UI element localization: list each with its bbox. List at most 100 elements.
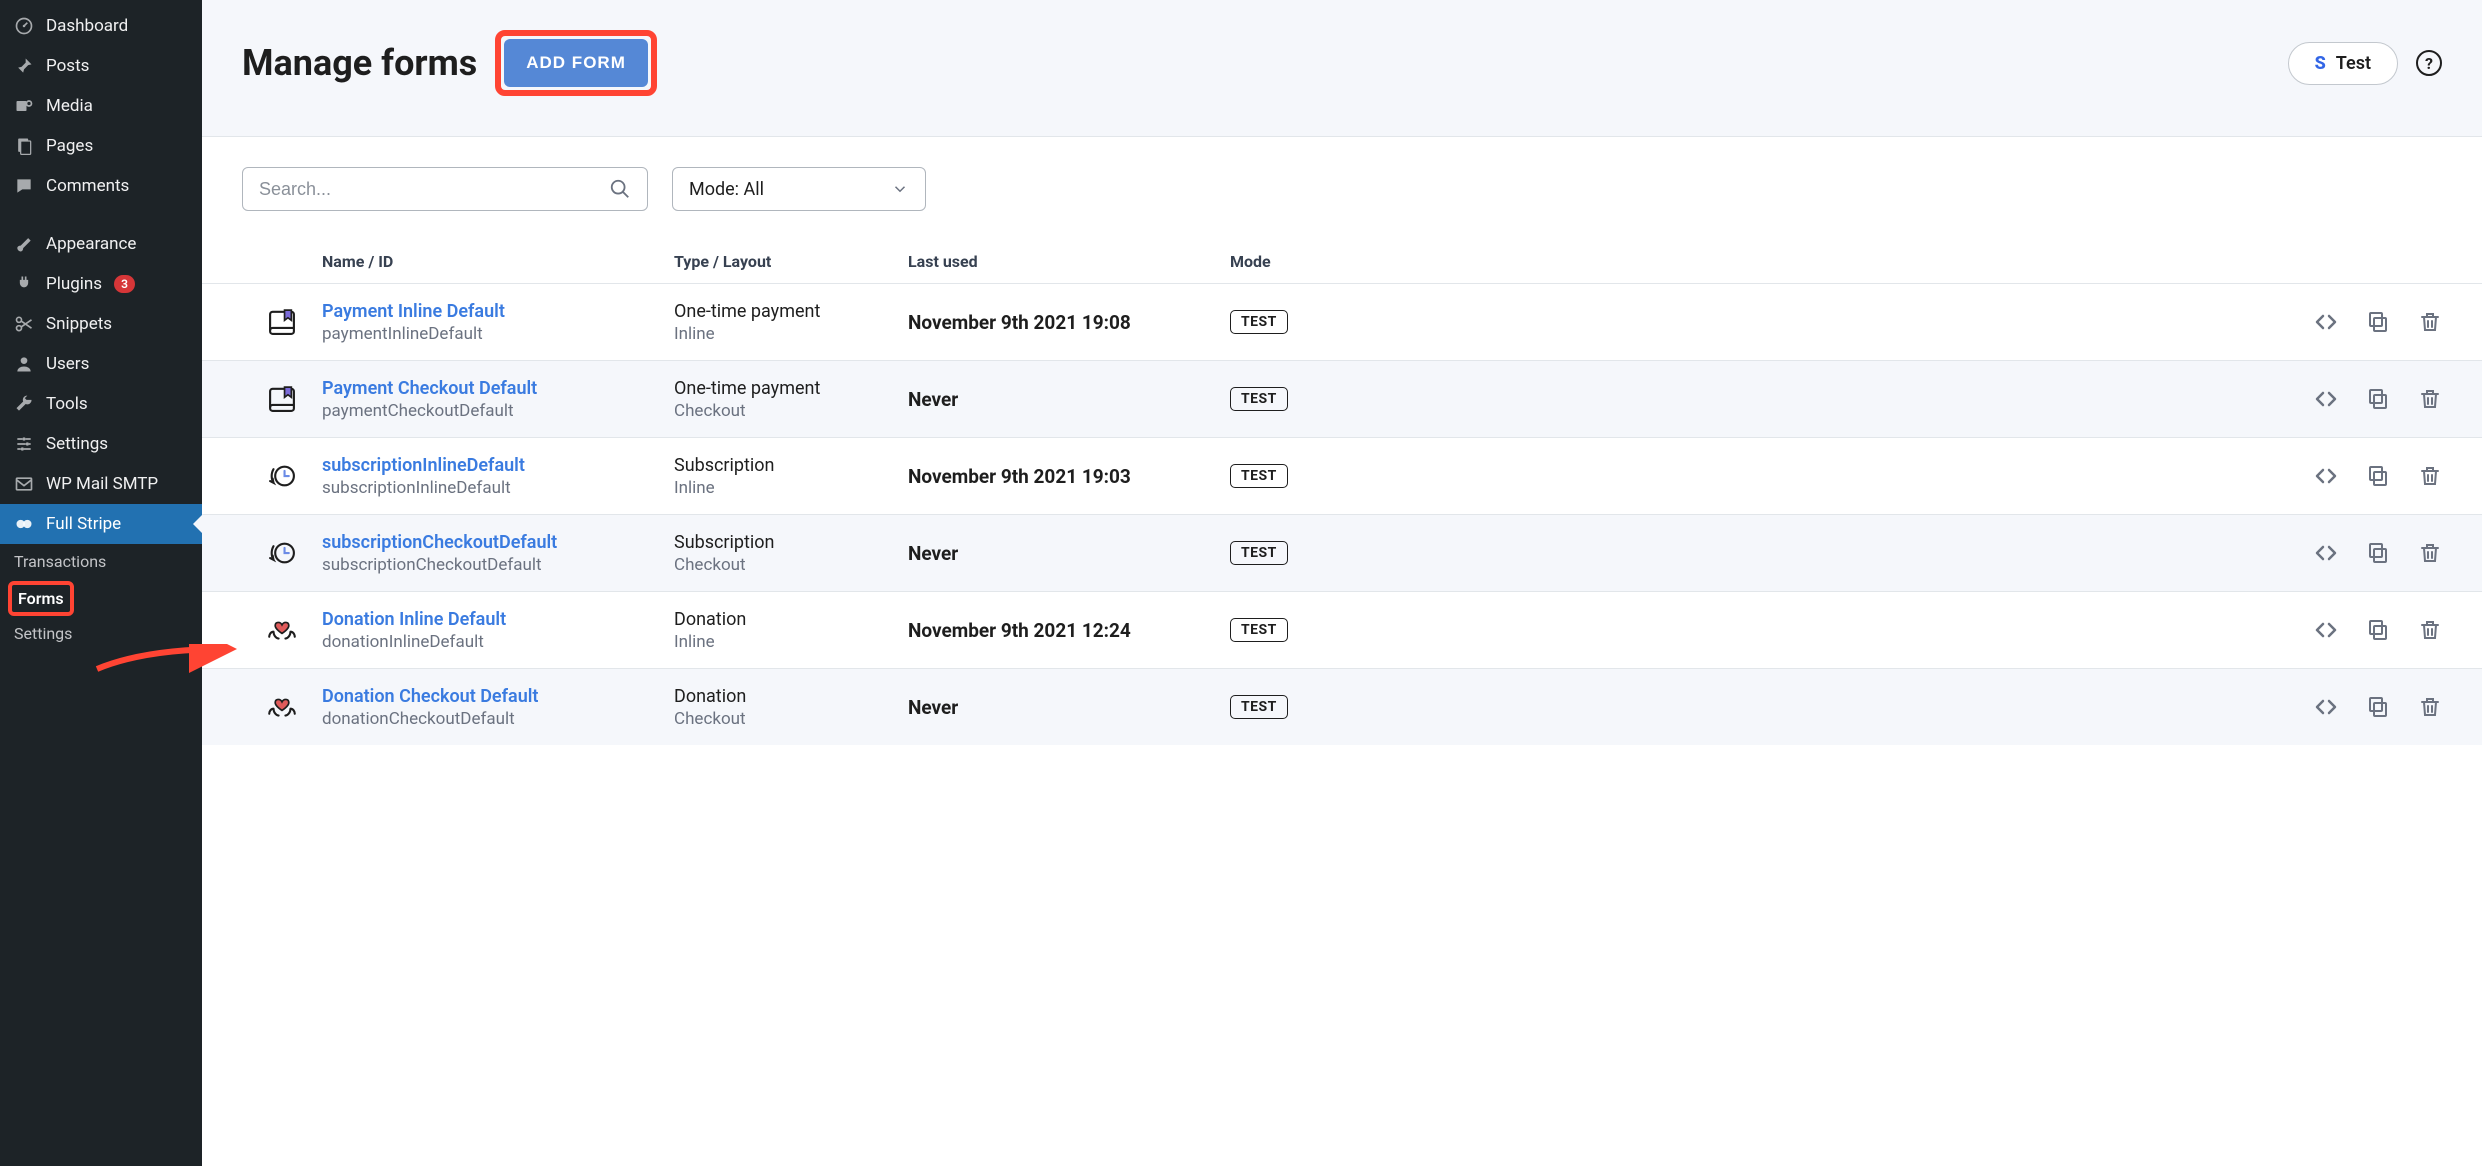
delete-button[interactable] bbox=[2418, 695, 2442, 719]
admin-sidebar: Dashboard Posts Media Pages Comments bbox=[0, 0, 202, 1166]
form-last-used: November 9th 2021 19:08 bbox=[908, 311, 1230, 334]
embed-code-button[interactable] bbox=[2314, 541, 2338, 565]
duplicate-button[interactable] bbox=[2366, 387, 2390, 411]
duplicate-button[interactable] bbox=[2366, 618, 2390, 642]
form-name-link[interactable]: Donation Inline Default bbox=[322, 609, 674, 630]
delete-button[interactable] bbox=[2418, 618, 2442, 642]
th-last: Last used bbox=[908, 252, 1230, 271]
table-row: subscriptionCheckoutDefault subscription… bbox=[202, 514, 2482, 591]
form-id: donationInlineDefault bbox=[322, 632, 674, 652]
form-name-link[interactable]: subscriptionCheckoutDefault bbox=[322, 532, 674, 553]
mode-filter-select[interactable]: Mode: All bbox=[672, 167, 926, 211]
form-layout: Checkout bbox=[674, 401, 908, 421]
sidebar-item-label: Dashboard bbox=[46, 16, 128, 36]
gauge-icon bbox=[14, 16, 34, 36]
user-icon bbox=[14, 354, 34, 374]
delete-button[interactable] bbox=[2418, 464, 2442, 488]
sidebar-sub-settings[interactable]: Settings bbox=[0, 616, 202, 653]
embed-code-button[interactable] bbox=[2314, 310, 2338, 334]
sidebar-sub-transactions[interactable]: Transactions bbox=[0, 544, 202, 581]
form-id: paymentInlineDefault bbox=[322, 324, 674, 344]
page-header: Manage forms ADD FORM S Test ? bbox=[202, 0, 2482, 137]
sidebar-item-comments[interactable]: Comments bbox=[0, 166, 202, 206]
embed-code-button[interactable] bbox=[2314, 695, 2338, 719]
delete-button[interactable] bbox=[2418, 541, 2442, 565]
table-row: Donation Checkout Default donationChecko… bbox=[202, 668, 2482, 745]
sidebar-sub-forms[interactable]: Forms bbox=[18, 589, 64, 608]
brush-icon bbox=[14, 234, 34, 254]
form-type: One-time payment bbox=[674, 301, 908, 322]
plug-icon bbox=[14, 274, 34, 294]
sidebar-item-label: Full Stripe bbox=[46, 514, 121, 534]
sidebar-item-plugins[interactable]: Plugins 3 bbox=[0, 264, 202, 304]
table-row: subscriptionInlineDefault subscriptionIn… bbox=[202, 437, 2482, 514]
main-content: Manage forms ADD FORM S Test ? Mode: All bbox=[202, 0, 2482, 1166]
sidebar-item-label: Media bbox=[46, 96, 93, 116]
delete-button[interactable] bbox=[2418, 310, 2442, 334]
fullstripe-icon bbox=[14, 514, 34, 534]
sidebar-item-label: Pages bbox=[46, 136, 93, 156]
form-mode-badge: TEST bbox=[1230, 464, 1288, 488]
sidebar-item-appearance[interactable]: Appearance bbox=[0, 224, 202, 264]
scissors-icon bbox=[14, 314, 34, 334]
embed-code-button[interactable] bbox=[2314, 387, 2338, 411]
sidebar-item-dashboard[interactable]: Dashboard bbox=[0, 6, 202, 46]
form-last-used: November 9th 2021 19:03 bbox=[908, 465, 1230, 488]
pages-icon bbox=[14, 136, 34, 156]
form-name-link[interactable]: Payment Inline Default bbox=[322, 301, 674, 322]
sidebar-item-users[interactable]: Users bbox=[0, 344, 202, 384]
embed-code-button[interactable] bbox=[2314, 464, 2338, 488]
wrench-icon bbox=[14, 394, 34, 414]
table-row: Payment Inline Default paymentInlineDefa… bbox=[202, 283, 2482, 360]
form-type: One-time payment bbox=[674, 378, 908, 399]
sidebar-item-snippets[interactable]: Snippets bbox=[0, 304, 202, 344]
sidebar-item-pages[interactable]: Pages bbox=[0, 126, 202, 166]
th-name: Name / ID bbox=[322, 252, 674, 271]
form-mode-badge: TEST bbox=[1230, 618, 1288, 642]
form-last-used: Never bbox=[908, 388, 1230, 411]
duplicate-button[interactable] bbox=[2366, 464, 2390, 488]
stripe-mode-label: Test bbox=[2336, 53, 2371, 74]
form-name-link[interactable]: subscriptionInlineDefault bbox=[322, 455, 674, 476]
table-header: Name / ID Type / Layout Last used Mode bbox=[202, 239, 2482, 283]
sidebar-item-wpmailsmtp[interactable]: WP Mail SMTP bbox=[0, 464, 202, 504]
duplicate-button[interactable] bbox=[2366, 541, 2390, 565]
sliders-icon bbox=[14, 434, 34, 454]
sidebar-item-label: Plugins bbox=[46, 274, 102, 294]
add-form-button[interactable]: ADD FORM bbox=[504, 39, 648, 87]
duplicate-button[interactable] bbox=[2366, 310, 2390, 334]
sidebar-item-media[interactable]: Media bbox=[0, 86, 202, 126]
media-icon bbox=[14, 96, 34, 116]
mode-filter-label: Mode: All bbox=[689, 179, 764, 200]
form-layout: Inline bbox=[674, 478, 908, 498]
search-box[interactable] bbox=[242, 167, 648, 211]
form-name-link[interactable]: Donation Checkout Default bbox=[322, 686, 674, 707]
search-input[interactable] bbox=[259, 179, 609, 200]
table-row: Payment Checkout Default paymentCheckout… bbox=[202, 360, 2482, 437]
form-last-used: Never bbox=[908, 696, 1230, 719]
form-type: Donation bbox=[674, 609, 908, 630]
row-type-icon bbox=[242, 690, 322, 724]
form-layout: Checkout bbox=[674, 555, 908, 575]
form-layout: Inline bbox=[674, 324, 908, 344]
sidebar-item-fullstripe[interactable]: Full Stripe bbox=[0, 504, 202, 544]
form-last-used: November 9th 2021 12:24 bbox=[908, 619, 1230, 642]
stripe-mode-pill[interactable]: S Test bbox=[2288, 42, 2398, 85]
sidebar-item-settings[interactable]: Settings bbox=[0, 424, 202, 464]
form-layout: Checkout bbox=[674, 709, 908, 729]
embed-code-button[interactable] bbox=[2314, 618, 2338, 642]
form-mode-badge: TEST bbox=[1230, 310, 1288, 334]
sidebar-item-posts[interactable]: Posts bbox=[0, 46, 202, 86]
pin-icon bbox=[14, 56, 34, 76]
stripe-s-icon: S bbox=[2315, 53, 2326, 74]
sidebar-item-tools[interactable]: Tools bbox=[0, 384, 202, 424]
form-name-link[interactable]: Payment Checkout Default bbox=[322, 378, 674, 399]
filters-bar: Mode: All bbox=[202, 137, 2482, 239]
form-mode-badge: TEST bbox=[1230, 695, 1288, 719]
delete-button[interactable] bbox=[2418, 387, 2442, 411]
sidebar-item-label: Tools bbox=[46, 394, 88, 414]
annotation-highlight-forms: Forms bbox=[8, 581, 74, 616]
help-button[interactable]: ? bbox=[2416, 50, 2442, 76]
form-layout: Inline bbox=[674, 632, 908, 652]
duplicate-button[interactable] bbox=[2366, 695, 2390, 719]
